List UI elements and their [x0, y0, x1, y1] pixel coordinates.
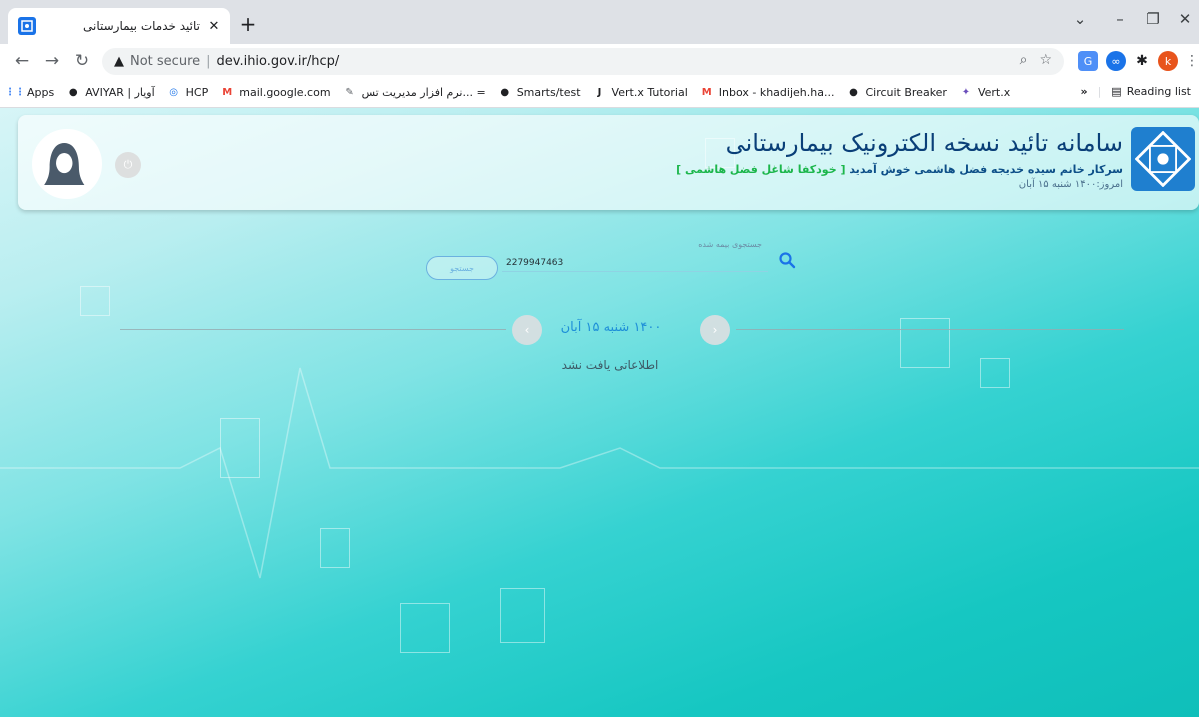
divider: | — [1097, 85, 1102, 98]
bookmarks-right: » | ▤ Reading list — [1080, 85, 1191, 98]
prev-date-button[interactable]: ‹ — [512, 315, 542, 345]
infinity-extension-icon[interactable]: ∞ — [1106, 51, 1126, 71]
profile-avatar-icon[interactable]: k — [1158, 51, 1178, 71]
bookmark-label: HCP — [185, 86, 209, 99]
new-tab-button[interactable]: + — [236, 13, 260, 35]
bookmark-item[interactable]: ✦ Vert.x — [959, 86, 1010, 100]
bookmarks-bar: ⋮⋮ Apps ● AVIYAR | آویار ◎ HCP Mmail.google.co… — [0, 78, 1199, 108]
vertx-icon: ✦ — [961, 87, 971, 98]
minimize-button[interactable]: – — [1105, 10, 1135, 28]
j-icon: J — [597, 87, 602, 98]
bookmark-item[interactable]: M Inbox - khadijeh.ha... — [700, 86, 835, 100]
logout-power-button[interactable]: ⏻ — [115, 152, 141, 178]
browser-menu-icon[interactable]: ⋮ — [1182, 51, 1199, 71]
bookmark-item[interactable]: ⋮⋮ Apps — [5, 86, 55, 100]
restore-button[interactable]: ❐ — [1138, 10, 1168, 28]
bookmark-label: Vert.x Tutorial — [611, 86, 688, 99]
tab-title: تائید خدمات بیمارستانی — [82, 19, 200, 33]
bookmark-label: نرم افزار مدیریت تس... = — [361, 86, 486, 99]
hcp-logo-icon: ◎ — [169, 87, 179, 98]
bookmark-label: AVIYAR | آویار — [85, 86, 155, 99]
zoom-icon[interactable]: ⌕ — [1020, 52, 1028, 68]
close-window-button[interactable]: ✕ — [1170, 10, 1199, 28]
site-title: سامانه تائید نسخه الکترونیک بیمارستانی — [725, 129, 1123, 157]
bookmark-label: Circuit Breaker — [865, 86, 947, 99]
search-button[interactable]: جستجو — [426, 256, 498, 280]
header-card: سامانه تائید نسخه الکترونیک بیمارستانی س… — [18, 115, 1199, 210]
more-bookmarks-button[interactable]: » — [1080, 85, 1087, 98]
current-date-label: ۱۴۰۰ شنبه ۱۵ آبان — [560, 320, 662, 335]
bookmark-label: mail.google.com — [239, 86, 331, 99]
reading-list-button[interactable]: Reading list — [1127, 85, 1191, 98]
apps-grid-icon: ⋮⋮ — [5, 87, 25, 98]
back-arrow-icon[interactable]: ← — [10, 49, 34, 73]
forward-arrow-icon[interactable]: → — [40, 49, 64, 73]
browser-tab-active[interactable]: تائید خدمات بیمارستانی ✕ — [8, 8, 230, 44]
today-date: امروز:۱۴۰۰ شنبه ۱۵ آبان — [1018, 179, 1123, 190]
reload-icon[interactable]: ↻ — [70, 49, 94, 73]
hcp-favicon-icon — [18, 17, 36, 35]
next-date-button[interactable]: › — [700, 315, 730, 345]
app-icon: ✎ — [345, 87, 354, 98]
bookmark-item[interactable]: Mmail.google.com — [220, 86, 330, 100]
bookmark-star-icon[interactable]: ☆ — [1039, 52, 1052, 68]
globe-icon: ● — [68, 87, 78, 98]
browser-toolbar: ← → ↻ ▲ Not secure | dev.ihio.gov.ir/hcp… — [0, 44, 1199, 78]
welcome-message: سرکار خانم سیده خدیجه فضل هاشمی خوش آمدی… — [676, 163, 1123, 176]
bookmark-item[interactable]: ● Circuit Breaker — [846, 86, 947, 100]
browser-tab-bar: تائید خدمات بیمارستانی ✕ + ⌄ – ❐ ✕ — [0, 0, 1199, 44]
bookmark-label: Vert.x — [977, 86, 1011, 99]
search-icon[interactable] — [778, 251, 796, 269]
globe-icon: ● — [849, 87, 858, 98]
warning-icon[interactable]: ▲ — [114, 54, 124, 69]
bookmark-label: Inbox - khadijeh.ha... — [718, 86, 835, 99]
date-divider-left — [120, 329, 506, 330]
security-status[interactable]: Not secure — [130, 54, 200, 69]
bookmark-item[interactable]: J Vert.x Tutorial — [593, 86, 688, 100]
bookmark-item[interactable]: ◎ HCP — [167, 86, 209, 100]
url-text[interactable]: dev.ihio.gov.ir/hcp/ — [217, 54, 340, 69]
tab-search-chevron-icon[interactable]: ⌄ — [1065, 10, 1095, 28]
reading-list-icon[interactable]: ▤ — [1111, 85, 1121, 98]
search-caption: جستجوی بیمه شده — [698, 240, 762, 249]
insured-search: جستجوی بیمه شده جستجو — [426, 239, 800, 280]
user-avatar — [32, 129, 102, 199]
tab-close-icon[interactable]: ✕ — [206, 19, 222, 34]
url-separator: | — [206, 54, 211, 69]
insured-id-input[interactable] — [502, 254, 768, 272]
bookmark-label: Apps — [27, 86, 55, 99]
bookmark-item[interactable]: ✎ نرم افزار مدیریت تس... = — [343, 86, 486, 100]
no-results-message: اطلاعاتی یافت نشد — [561, 358, 659, 372]
bookmark-label: Smarts/test — [516, 86, 581, 99]
gmail-icon: M — [222, 87, 233, 98]
translate-extension-icon[interactable]: G — [1078, 51, 1098, 71]
address-bar[interactable]: ▲ Not secure | dev.ihio.gov.ir/hcp/ ⌕ ☆ — [102, 48, 1064, 75]
globe-icon: ● — [500, 87, 510, 98]
puzzle-extensions-icon[interactable]: ✱ — [1132, 51, 1152, 71]
user-role-badge: [ خودکفا شاغل فضل هاشمی ] — [676, 163, 846, 176]
bookmark-item[interactable]: ● AVIYAR | آویار — [66, 86, 155, 100]
ihio-logo-icon — [1131, 127, 1195, 191]
gmail-icon: M — [701, 87, 712, 98]
date-divider-right — [736, 329, 1124, 330]
welcome-user-text: سرکار خانم سیده خدیجه فضل هاشمی خوش آمدی… — [849, 163, 1123, 176]
page-content: سامانه تائید نسخه الکترونیک بیمارستانی س… — [0, 108, 1199, 717]
bookmark-item[interactable]: ● Smarts/test — [498, 86, 581, 100]
